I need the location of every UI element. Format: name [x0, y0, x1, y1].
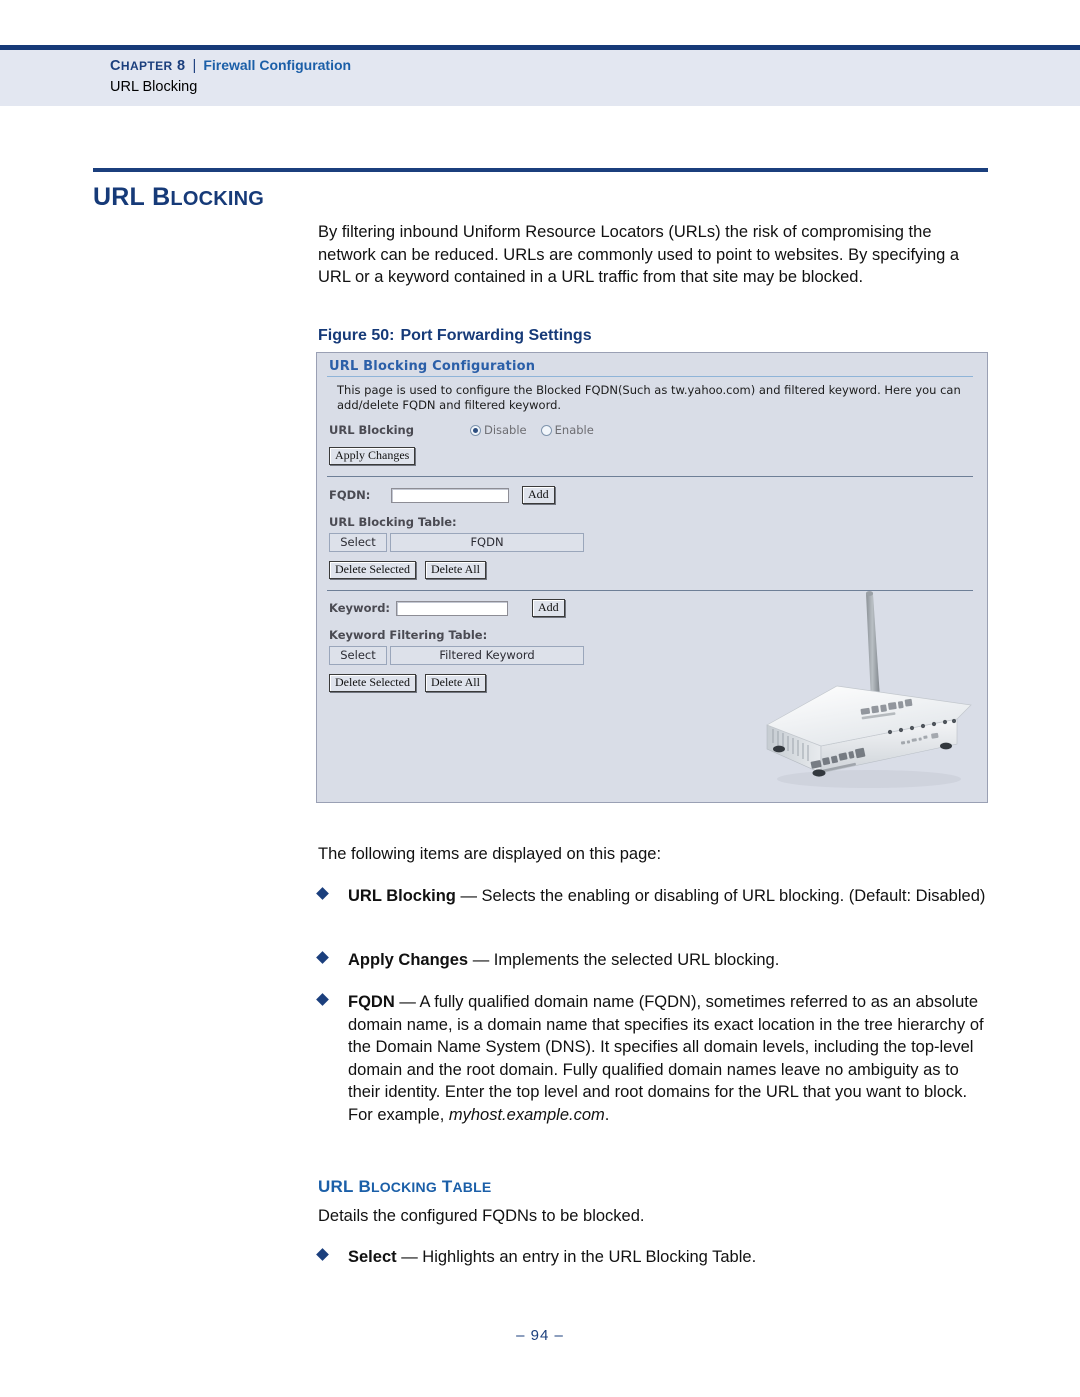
url-blocking-label: URL Blocking — [329, 423, 414, 437]
diamond-bullet-icon — [316, 993, 329, 1006]
keyword-delete-selected-button[interactable]: Delete Selected — [329, 674, 416, 692]
bullet-text: Implements the selected URL blocking. — [493, 951, 780, 969]
url-blocking-table-header: Select FQDN — [329, 533, 979, 552]
diamond-bullet-icon — [316, 887, 329, 900]
keyword-label: Keyword: — [329, 601, 391, 615]
figure-screenshot: URL Blocking Configuration This page is … — [316, 352, 988, 803]
url-blocking-row: URL Blocking Disable Enable — [329, 423, 979, 437]
figure-caption-number: Figure 50: — [318, 327, 395, 344]
bullet-text: Highlights an entry in the URL Blocking … — [422, 1248, 757, 1266]
list-item: URL Blocking — Selects the enabling or d… — [316, 885, 990, 908]
keyword-input[interactable] — [396, 600, 508, 616]
after-figure-paragraph: The following items are displayed on thi… — [318, 845, 662, 863]
subsection-heading: URL BLOCKING TABLE — [318, 1177, 492, 1196]
chapter-label: CHAPTER 8 — [110, 58, 186, 74]
subsection-description: Details the configured FQDNs to be block… — [318, 1207, 645, 1225]
wireless-router-photo — [766, 591, 972, 788]
fqdn-label: FQDN: — [329, 488, 371, 502]
keyword-add-button[interactable]: Add — [532, 599, 565, 617]
keyword-table-col-filtered[interactable]: Filtered Keyword — [390, 646, 584, 665]
url-delete-selected-button[interactable]: Delete Selected — [329, 561, 416, 579]
chapter-title: Firewall Configuration — [203, 57, 352, 73]
fqdn-row: FQDN: Add — [329, 486, 979, 504]
list-item: Apply Changes — Implements the selected … — [316, 949, 990, 972]
bullet-dash: — — [396, 1248, 423, 1266]
diamond-bullet-icon — [316, 951, 329, 964]
radio-enable-indicator-icon[interactable] — [540, 424, 552, 436]
apply-changes-button[interactable]: Apply Changes — [329, 447, 416, 465]
header-section-name: URL Blocking — [110, 79, 198, 95]
radio-disable[interactable]: Disable — [469, 423, 527, 437]
keyword-delete-all-button[interactable]: Delete All — [424, 674, 486, 692]
bullet-term: FQDN — [348, 993, 395, 1011]
url-table-col-select[interactable]: Select — [329, 533, 387, 552]
fqdn-add-button[interactable]: Add — [522, 486, 555, 504]
radio-disable-indicator-icon[interactable] — [469, 424, 481, 436]
running-header-text: CHAPTER 8 | Firewall Configuration URL Blo… — [110, 55, 351, 98]
bullet-term: Apply Changes — [348, 951, 469, 969]
keyword-table-col-select[interactable]: Select — [329, 646, 387, 665]
url-table-button-row: Delete Selected Delete All — [329, 561, 979, 579]
panel-title: URL Blocking Configuration — [329, 359, 536, 374]
bullet-dash: — — [394, 993, 420, 1011]
title-divider — [93, 168, 988, 172]
diamond-bullet-icon — [316, 1248, 329, 1261]
url-delete-all-button[interactable]: Delete All — [424, 561, 486, 579]
panel-description: This page is used to configure the Block… — [337, 383, 961, 412]
intro-paragraph: By filtering inbound Uniform Resource Lo… — [318, 223, 960, 286]
fqdn-input[interactable] — [391, 487, 509, 503]
figure-caption-text: Port Forwarding Settings — [400, 327, 592, 344]
breadcrumb-separator: | — [192, 58, 197, 74]
bullet-dash: — — [468, 951, 494, 969]
breadcrumb: CHAPTER 8 | Firewall Configuration — [110, 55, 351, 76]
list-item: Select — Highlights an entry in the URL … — [316, 1246, 990, 1269]
bullet-term: Select — [348, 1248, 397, 1266]
bullet-term: URL Blocking — [348, 887, 456, 905]
panel-title-divider — [327, 376, 973, 377]
bullet-text: A fully qualified domain name (FQDN), so… — [348, 993, 984, 1124]
radio-enable[interactable]: Enable — [540, 423, 594, 437]
antenna — [866, 593, 880, 700]
bullet-example-domain: myhost.example.com — [448, 1105, 605, 1124]
page-number: – 94 – — [516, 1327, 564, 1344]
radio-enable-label: Enable — [554, 423, 594, 437]
url-table-col-fqdn[interactable]: FQDN — [390, 533, 584, 552]
list-item: FQDN — A fully qualified domain name (FQ… — [316, 991, 990, 1126]
page-title: URL BLOCKING — [93, 183, 265, 211]
bullet-dash: — — [455, 887, 482, 905]
bullet-text-tail: . — [604, 1105, 610, 1124]
bullet-text: Selects the enabling or disabling of URL… — [481, 887, 986, 905]
figure-caption: Figure 50: Port Forwarding Settings — [318, 327, 990, 345]
url-blocking-radio-group[interactable]: Disable Enable — [469, 423, 608, 437]
url-blocking-table-label: URL Blocking Table: — [329, 515, 457, 529]
running-header: CHAPTER 8 | Firewall Configuration URL Blo… — [0, 45, 1080, 106]
section-divider-1 — [327, 476, 973, 477]
radio-disable-label: Disable — [483, 423, 527, 437]
